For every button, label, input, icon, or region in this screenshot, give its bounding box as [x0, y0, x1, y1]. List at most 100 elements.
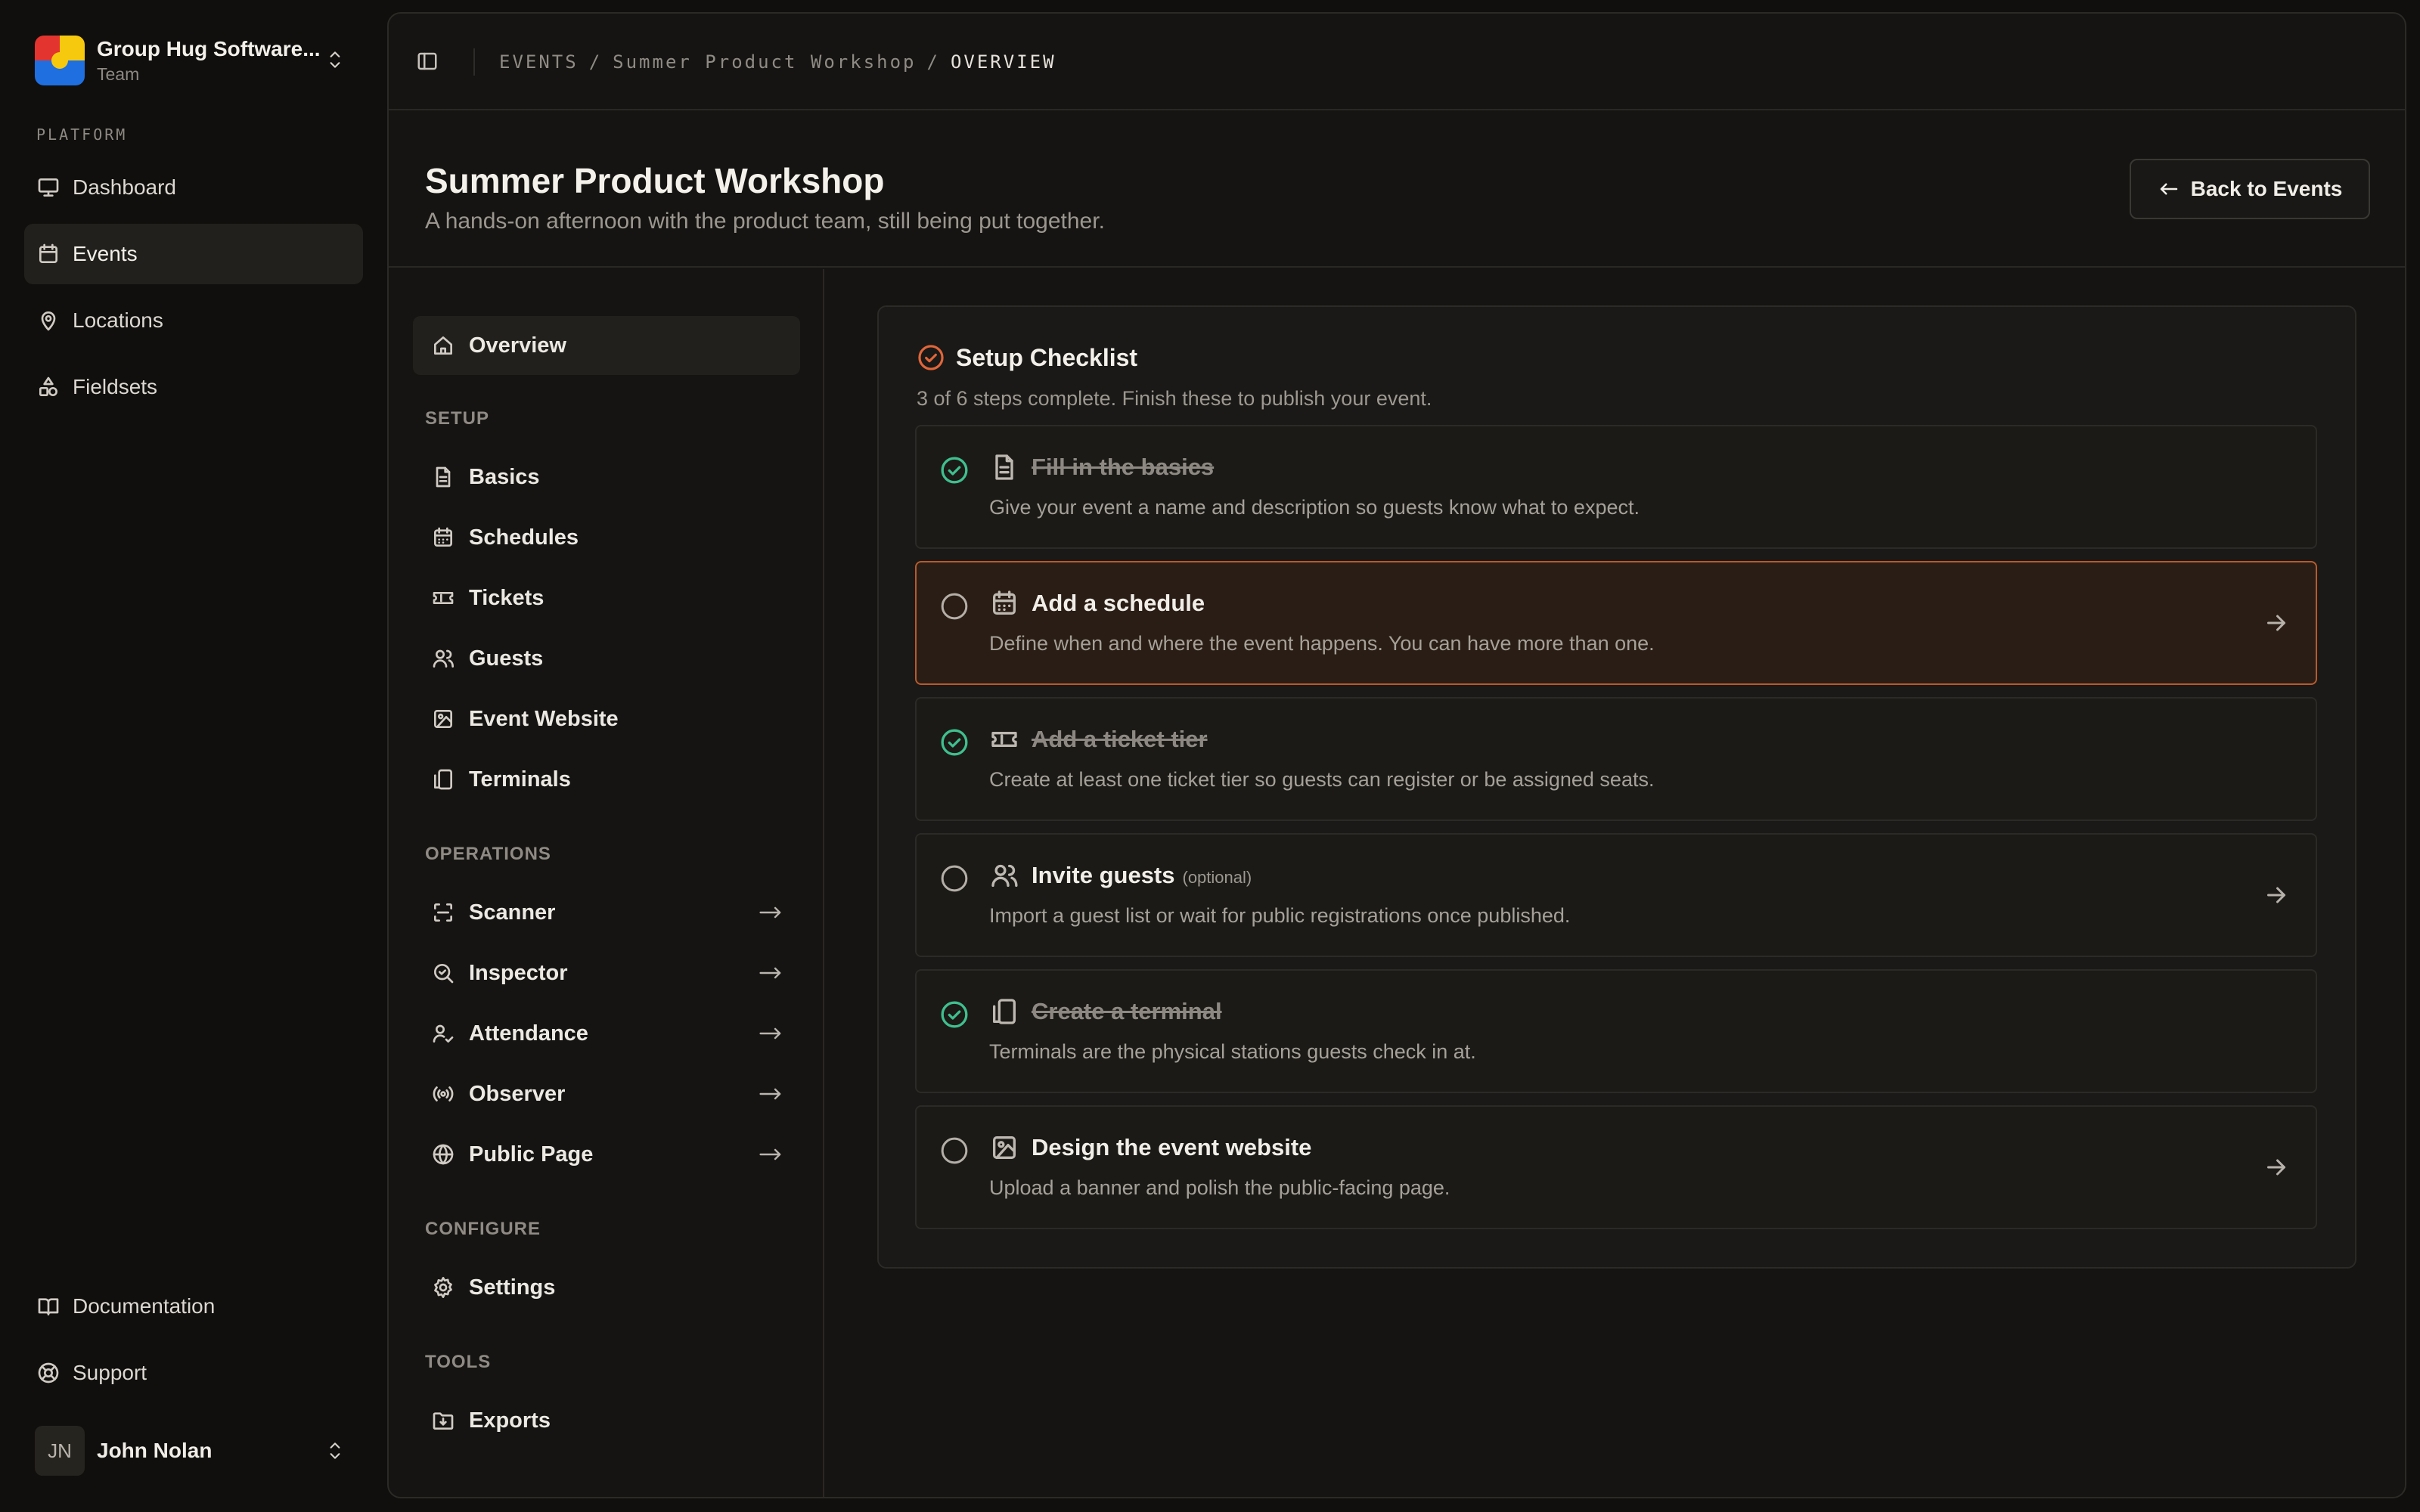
- subnav-item-attendance[interactable]: Attendance: [413, 1004, 800, 1063]
- subnav-item-inspector[interactable]: Inspector: [413, 943, 800, 1002]
- check-circle-icon: [939, 727, 970, 758]
- broadcast-icon: [431, 1082, 455, 1106]
- file-text-icon: [989, 452, 1019, 482]
- step-description: Terminals are the physical stations gues…: [989, 1040, 1476, 1063]
- subnav-item-label: Basics: [469, 464, 540, 489]
- image-icon: [431, 707, 455, 731]
- page-title: Summer Product Workshop: [425, 161, 885, 200]
- subnav-item-public-page[interactable]: Public Page: [413, 1125, 800, 1184]
- step-title: Fill in the basics: [1032, 454, 1215, 480]
- arrow-right-icon: [758, 1083, 783, 1105]
- arrow-right-icon: [2263, 881, 2290, 909]
- back-to-events-button[interactable]: Back to Events: [2130, 159, 2370, 219]
- globe-icon: [431, 1142, 455, 1167]
- subnav-item-label: Observer: [469, 1081, 566, 1106]
- sidebar-item-fieldsets[interactable]: Fieldsets: [24, 357, 363, 417]
- breadcrumb: EVENTS / Summer Product Workshop / OVERVIEW: [499, 51, 1056, 73]
- user-check-icon: [431, 1021, 455, 1046]
- subnav-section-configure: CONFIGURE: [425, 1219, 541, 1239]
- subnav-item-label: Event Website: [469, 706, 619, 731]
- subnav-item-label: Inspector: [469, 960, 568, 985]
- image-icon: [989, 1132, 1019, 1163]
- subnav-section-operations: OPERATIONS: [425, 844, 551, 864]
- subnav-item-tickets[interactable]: Tickets: [413, 569, 800, 627]
- subnav-item-exports[interactable]: Exports: [413, 1391, 800, 1450]
- avatar: JN: [35, 1426, 85, 1476]
- empty-circle-icon: [939, 863, 970, 894]
- checklist-step-basics[interactable]: Fill in the basics Give your event a nam…: [915, 425, 2317, 549]
- arrow-right-icon: [2263, 609, 2290, 637]
- tablet-icon: [989, 996, 1019, 1027]
- step-description: Define when and where the event happens.…: [989, 632, 1655, 655]
- breadcrumb-events[interactable]: EVENTS: [499, 51, 579, 73]
- sidebar-item-dashboard[interactable]: Dashboard: [24, 157, 363, 218]
- subnav-item-basics[interactable]: Basics: [413, 448, 800, 507]
- ticket-icon: [989, 724, 1019, 754]
- book-icon: [36, 1294, 60, 1318]
- subnav-item-schedules[interactable]: Schedules: [413, 508, 800, 567]
- sidebar-item-label: Events: [73, 242, 138, 265]
- checklist-step-terminal[interactable]: Create a terminal Terminals are the phys…: [915, 969, 2317, 1093]
- ticket-icon: [431, 586, 455, 610]
- users-icon: [431, 646, 455, 671]
- sidebar-item-documentation[interactable]: Documentation: [24, 1276, 363, 1337]
- main-panel: EVENTS / Summer Product Workshop / OVERVIEW …: [387, 12, 2406, 1498]
- subnav-item-label: Terminals: [469, 767, 571, 792]
- step-title-wrap: Invite guests (optional): [1032, 862, 1252, 889]
- step-title: Create a terminal: [1032, 998, 1222, 1024]
- topbar: EVENTS / Summer Product Workshop / OVERVIEW: [389, 14, 2405, 110]
- empty-circle-icon: [939, 1136, 970, 1166]
- subnav-item-label: Tickets: [469, 585, 544, 610]
- subnav-item-label: Overview: [469, 333, 566, 358]
- check-circle-icon: [917, 343, 945, 372]
- breadcrumb-current: OVERVIEW: [950, 51, 1056, 73]
- subnav-item-label: Schedules: [469, 525, 579, 550]
- breadcrumb-event[interactable]: Summer Product Workshop: [613, 51, 916, 73]
- sidebar-item-label: Fieldsets: [73, 375, 158, 398]
- sidebar-item-events[interactable]: Events: [24, 224, 363, 284]
- sidebar-item-locations[interactable]: Locations: [24, 290, 363, 351]
- subnav-item-terminals[interactable]: Terminals: [413, 750, 800, 809]
- subnav-item-label: Exports: [469, 1408, 551, 1433]
- checklist-progress-text: 3 of 6 steps complete. Finish these to p…: [917, 387, 1432, 410]
- subnav-item-scanner[interactable]: Scanner: [413, 883, 800, 942]
- setup-checklist-card: Setup Checklist 3 of 6 steps complete. F…: [877, 305, 2356, 1269]
- empty-circle-icon: [939, 591, 970, 621]
- checklist-step-schedule[interactable]: Add a schedule Define when and where the…: [915, 561, 2317, 685]
- sidebar-item-support[interactable]: Support: [24, 1343, 363, 1403]
- checklist-step-ticket-tier[interactable]: Add a ticket tier Create at least one ti…: [915, 697, 2317, 821]
- chevrons-up-down-icon: [325, 48, 345, 71]
- arrow-left-icon: [2160, 183, 2177, 195]
- monitor-icon: [36, 175, 60, 200]
- subnav-item-label: Attendance: [469, 1021, 588, 1046]
- org-switcher[interactable]: Group Hug Software... Team: [35, 35, 361, 86]
- arrow-right-icon: [758, 1022, 783, 1045]
- sidebar-item-label: Documentation: [73, 1294, 216, 1318]
- sidebar-toggle-icon[interactable]: [416, 50, 439, 73]
- subnav-item-observer[interactable]: Observer: [413, 1064, 800, 1123]
- subnav-item-event-website[interactable]: Event Website: [413, 689, 800, 748]
- file-text-icon: [431, 465, 455, 489]
- subnav-item-settings[interactable]: Settings: [413, 1258, 800, 1317]
- subnav-item-overview[interactable]: Overview: [413, 316, 800, 375]
- user-menu[interactable]: JN John Nolan: [35, 1426, 361, 1476]
- event-subnav: Overview SETUP Basics Schedules Tickets: [389, 269, 824, 1497]
- subnav-item-label: Guests: [469, 646, 544, 671]
- life-buoy-icon: [36, 1361, 60, 1385]
- sidebar-item-label: Dashboard: [73, 175, 176, 199]
- map-pin-icon: [36, 308, 60, 333]
- chevrons-up-down-icon: [325, 1439, 345, 1462]
- user-name: John Nolan: [97, 1439, 213, 1462]
- checklist-step-invite-guests[interactable]: Invite guests (optional) Import a guest l…: [915, 833, 2317, 957]
- app-sidebar: Group Hug Software... Team PLATFORM Dash…: [0, 0, 387, 1512]
- checklist-step-event-website[interactable]: Design the event website Upload a banner…: [915, 1105, 2317, 1229]
- step-title: Invite guests: [1032, 862, 1175, 888]
- subnav-item-guests[interactable]: Guests: [413, 629, 800, 688]
- page-subtitle: A hands-on afternoon with the product te…: [425, 209, 1105, 234]
- sidebar-item-label: Locations: [73, 308, 163, 332]
- subnav-section-setup: SETUP: [425, 408, 490, 429]
- sidebar-section-label: PLATFORM: [36, 125, 128, 144]
- page-header: Summer Product Workshop A hands-on after…: [389, 112, 2405, 268]
- scan-icon: [431, 900, 455, 925]
- subnav-section-tools: TOOLS: [425, 1352, 492, 1372]
